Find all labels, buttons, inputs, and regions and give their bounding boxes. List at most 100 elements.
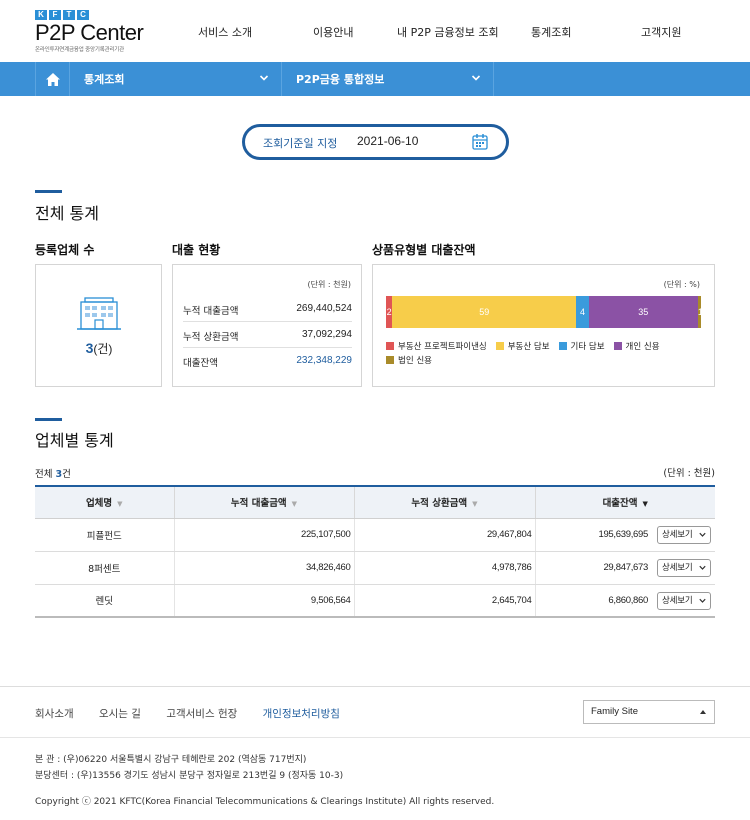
kftc-logo-mark: K F T C	[35, 10, 143, 20]
company-name: 피플펀드	[35, 518, 175, 552]
location-nav-bar: 통계조회 P2P금융 통합정보	[0, 62, 750, 96]
total-count: 전체 3건	[35, 469, 71, 480]
nav-dropdown-statistics[interactable]: 통계조회	[70, 62, 282, 96]
cumulative-loan-cell: 34,826,460	[174, 551, 355, 585]
site-footer: 회사소개 오시는 길 고객서비스 헌장 개인정보처리방침 Family Site…	[0, 686, 750, 820]
cumulative-repay-cell: 29,467,804	[354, 518, 536, 552]
nav-dropdown-label: 통계조회	[84, 73, 125, 86]
legend-label: 부동산 프로젝트파이낸싱	[398, 342, 487, 352]
chart-unit-label: (단위 : %)	[663, 280, 700, 289]
sort-down-icon: ▼	[117, 499, 123, 508]
gnb-statistics[interactable]: 통계조회	[531, 24, 571, 40]
product-balance-card: (단위 : %) 2 59 4 35 1 부동산 프로젝트파이낸싱 부동산 담보 기타 담보…	[372, 264, 715, 387]
home-icon	[45, 72, 60, 86]
sort-down-icon: ▼	[472, 499, 478, 508]
legend-item: 법인 신용	[386, 353, 432, 367]
legend-label: 개인 신용	[625, 342, 660, 352]
footer-divider	[0, 737, 750, 738]
chart-legend: 부동산 프로젝트파이낸싱 부동산 담보 기타 담보 개인 신용법인 신용	[386, 339, 706, 367]
company-stats-table: 업체명 ▼ 누적 대출금액 ▼ 누적 상환금액 ▼ 대출잔액 ▼ 피플펀드 225,10…	[35, 485, 715, 618]
balance-cell: 29,847,673 상세보기	[535, 551, 715, 585]
section-accent	[35, 418, 62, 421]
footer-link-privacy[interactable]: 개인정보처리방침	[263, 708, 340, 720]
gnb-service-intro[interactable]: 서비스 소개	[198, 24, 252, 40]
global-nav: 서비스 소개 이용안내 내 P2P 금융정보 조회 통계조회 고객지원	[0, 24, 750, 40]
logo-subtitle: 온라인투자연계금융업 중앙기록관리기관	[35, 47, 125, 53]
date-label: 조회기준일 지정	[263, 137, 338, 150]
legend-label: 법인 신용	[398, 356, 432, 366]
gnb-support[interactable]: 고객지원	[641, 24, 681, 40]
gnb-my-info[interactable]: 내 P2P 금융정보 조회	[397, 24, 499, 40]
footer-link-company[interactable]: 회사소개	[35, 708, 74, 720]
sort-down-icon: ▼	[642, 499, 648, 508]
product-balance-title: 상품유형별 대출잔액	[372, 243, 476, 257]
footer-link-directions[interactable]: 오시는 길	[99, 708, 141, 720]
section-accent	[35, 190, 62, 193]
bar-segment: 59	[392, 296, 577, 328]
reference-date-picker[interactable]: 조회기준일 지정 2021-06-10	[242, 124, 509, 160]
detail-view-button[interactable]: 상세보기	[657, 558, 711, 577]
col-header-company[interactable]: 업체명 ▼	[35, 485, 175, 519]
chevron-down-icon	[699, 532, 706, 537]
date-value[interactable]: 2021-06-10	[357, 134, 418, 148]
cumulative-repay-cell: 2,645,704	[354, 584, 536, 618]
chevron-down-icon	[471, 75, 481, 81]
legend-item: 부동산 프로젝트파이낸싱	[386, 339, 487, 353]
sort-down-icon: ▼	[291, 499, 298, 508]
family-site-select[interactable]: Family Site	[583, 700, 715, 724]
legend-swatch	[495, 342, 504, 350]
legend-label: 부동산 담보	[507, 342, 550, 352]
legend-label: 기타 담보	[570, 342, 605, 352]
footer-link-service-charter[interactable]: 고객서비스 헌장	[166, 708, 237, 720]
building-icon	[77, 297, 121, 330]
footer-address-branch: 분당센터 : (우)13556 경기도 성남시 분당구 정자일로 213번길 9…	[35, 771, 344, 781]
bar-segment: 1	[697, 296, 701, 328]
site-header: K F T C P2P Center 온라인투자연계금융업 중앙기록관리기관 서…	[0, 0, 750, 62]
legend-item: 개인 신용	[613, 339, 660, 353]
home-button[interactable]	[35, 62, 70, 96]
col-header-cumulative-repay[interactable]: 누적 상환금액 ▼	[354, 485, 536, 519]
legend-item: 기타 담보	[558, 339, 605, 353]
loan-status-title: 대출 현황	[172, 243, 221, 257]
chevron-down-icon	[699, 598, 706, 603]
stacked-bar-chart: 2 59 4 35 1	[386, 296, 701, 328]
footer-links: 회사소개 오시는 길 고객서비스 헌장 개인정보처리방침	[35, 706, 362, 721]
footer-copyright: Copyright ⓒ 2021 KFTC(Korea Financial Te…	[35, 797, 495, 807]
table-row: 렌딧 9,506,564 2,645,704 6,860,860 상세보기	[35, 584, 715, 618]
company-name: 8퍼센트	[35, 551, 175, 585]
table-unit-label: (단위 : 천원)	[663, 468, 715, 479]
loan-row-cumulative-loan: 누적 대출금액 269,440,524	[183, 296, 352, 322]
nav-dropdown-p2p-info[interactable]: P2P금융 통합정보	[282, 62, 494, 96]
bar-segment: 35	[588, 296, 698, 328]
legend-item: 부동산 담보	[495, 339, 550, 353]
caret-up-icon	[700, 710, 706, 714]
registered-count-card: 3(건)	[35, 264, 162, 387]
registered-count-title: 등록업체 수	[35, 243, 95, 257]
cumulative-repay-cell: 4,978,786	[354, 551, 536, 585]
bar-segment: 4	[576, 296, 589, 328]
balance-cell: 195,639,695 상세보기	[535, 518, 715, 552]
gnb-usage-guide[interactable]: 이용안내	[313, 24, 353, 40]
col-header-balance[interactable]: 대출잔액 ▼	[535, 485, 715, 519]
loan-status-card: (단위 : 천원) 누적 대출금액 269,440,524 누적 상환금액 37…	[172, 264, 362, 387]
col-header-cumulative-loan[interactable]: 누적 대출금액 ▼	[174, 485, 355, 519]
cumulative-loan-cell: 9,506,564	[174, 584, 355, 618]
legend-swatch	[558, 342, 567, 350]
nav-dropdown-label: P2P금융 통합정보	[296, 73, 385, 86]
detail-view-button[interactable]: 상세보기	[657, 591, 711, 610]
detail-view-button[interactable]: 상세보기	[657, 525, 711, 544]
footer-address-main: 본 관 : (우)06220 서울특별시 강남구 테헤란로 202 (역삼동 7…	[35, 755, 307, 765]
table-row: 피플펀드 225,107,500 29,467,804 195,639,695 …	[35, 518, 715, 552]
legend-swatch	[386, 356, 394, 364]
company-stats-title: 업체별 통계	[35, 431, 114, 450]
balance-cell: 6,860,860 상세보기	[535, 584, 715, 618]
legend-swatch	[613, 342, 622, 350]
table-row: 8퍼센트 34,826,460 4,978,786 29,847,673 상세보…	[35, 551, 715, 585]
calendar-icon[interactable]	[472, 133, 488, 150]
loan-row-balance: 대출잔액 232,348,229	[183, 355, 352, 369]
company-name: 렌딧	[35, 584, 175, 618]
table-header-row: 업체명 ▼ 누적 대출금액 ▼ 누적 상환금액 ▼ 대출잔액 ▼	[35, 485, 715, 519]
cumulative-loan-cell: 225,107,500	[174, 518, 355, 552]
legend-swatch	[386, 342, 394, 350]
chevron-down-icon	[259, 75, 269, 81]
